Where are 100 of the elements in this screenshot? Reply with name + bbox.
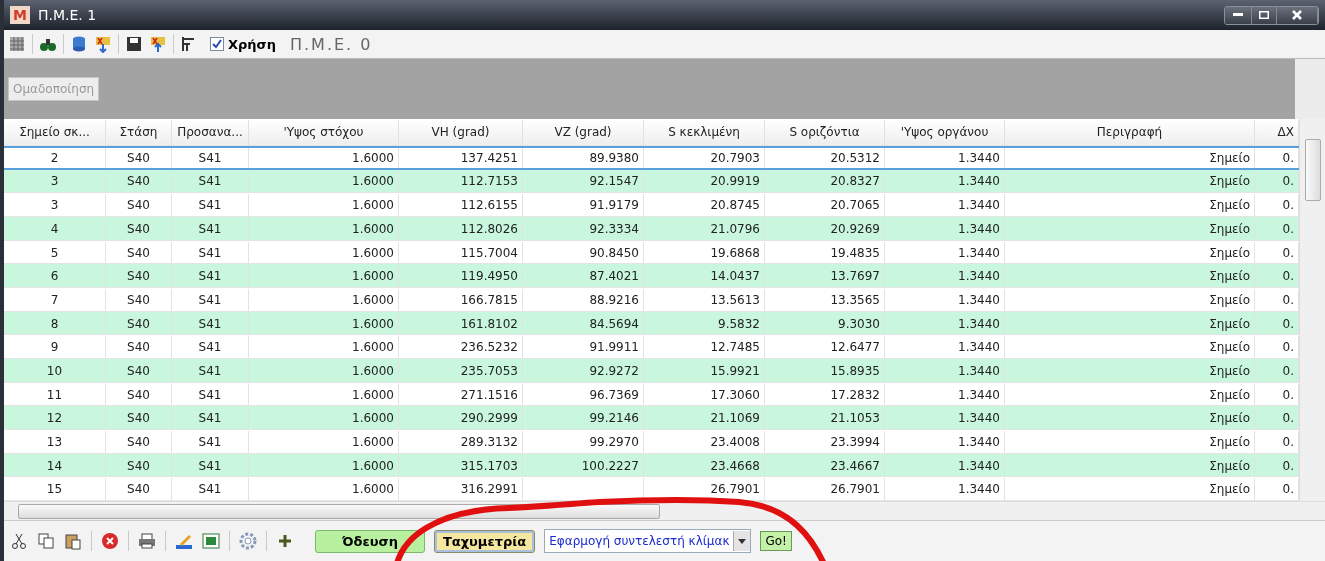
table-cell: 1.6000: [352, 387, 394, 402]
table-row[interactable]: 7 S40 S41 1.6000 166.7815 88.9216 13.5613 13.3565 1.3440 Σημείο 0.: [4, 288, 1299, 312]
table-cell: 1.6000: [352, 198, 394, 213]
action-dropdown[interactable]: Εφαρμογή συντελεστή κλίμακ: [544, 529, 752, 553]
table-row[interactable]: 14 S40 S41 1.6000 315.1703 100.2227 23.4668 23.4667 1.3440 Σημείο 0.: [4, 453, 1299, 478]
table-cell: 115.7004: [460, 245, 518, 260]
table-cell: S41: [198, 198, 222, 213]
column-header[interactable]: Στάση: [106, 120, 172, 145]
table-cell: S40: [127, 221, 150, 236]
table-cell: Σημείο: [1209, 458, 1250, 473]
table-row[interactable]: 6 S40 S41 1.6000 119.4950 87.4021 14.0437 13.7697 1.3440 Σημείο 0.: [4, 264, 1299, 288]
table-row[interactable]: 9 S40 S41 1.6000 236.5232 91.9911 12.7485 12.6477 1.3440 Σημείο 0.: [4, 335, 1299, 360]
table-cell: 15.8935: [830, 363, 880, 378]
excel-import-icon[interactable]: [149, 35, 167, 53]
table-cell: 20.9269: [830, 221, 880, 236]
edit-icon[interactable]: [175, 532, 193, 550]
column-header[interactable]: S κεκλιμένη: [644, 120, 765, 145]
table-cell: 1.3440: [958, 150, 1000, 165]
vertical-scrollbar[interactable]: [1299, 119, 1325, 501]
table-cell: 11: [46, 387, 63, 402]
table-cell: 0.: [1282, 411, 1294, 426]
table-cell: 91.9911: [589, 340, 639, 355]
table-cell: S40: [127, 198, 150, 213]
table-cell: 1.3440: [958, 482, 1000, 497]
save-icon[interactable]: [125, 35, 143, 53]
column-header[interactable]: 'Υψος οργάνου: [885, 120, 1005, 145]
table-row[interactable]: 4 S40 S41 1.6000 112.8026 92.3334 21.0796 20.9269 1.3440 Σημείο 0.: [4, 217, 1299, 241]
table-cell: 1.3440: [958, 198, 1000, 213]
table-row[interactable]: 10 S40 S41 1.6000 235.7053 92.9272 15.9921 15.8935 1.3440 Σημείο 0.: [4, 359, 1299, 383]
table-cell: 20.9919: [710, 174, 760, 189]
table-cell: 289.3132: [460, 434, 518, 449]
table-cell: S41: [198, 482, 222, 497]
table-cell: Σημείο: [1209, 245, 1250, 260]
column-header[interactable]: VZ (grad): [523, 120, 644, 145]
table-cell: 0.: [1282, 245, 1294, 260]
table-cell: 1.3440: [958, 458, 1000, 473]
table-cell: 99.2970: [589, 434, 639, 449]
paste-icon[interactable]: [64, 532, 82, 550]
column-header[interactable]: S οριζόντια: [765, 120, 885, 145]
traverse-button[interactable]: Όδευση: [315, 529, 425, 553]
grid-icon[interactable]: [8, 35, 26, 53]
column-header[interactable]: Προσανα...: [172, 120, 249, 145]
table-cell: 17.3060: [710, 387, 760, 402]
maximize-icon: [1259, 11, 1269, 19]
close-button[interactable]: [1277, 6, 1318, 24]
print-icon[interactable]: [138, 532, 156, 550]
plus-icon[interactable]: [276, 532, 294, 550]
table-cell: Σημείο: [1209, 434, 1250, 449]
table-cell: S41: [198, 387, 222, 402]
column-header[interactable]: VH (grad): [399, 120, 523, 145]
app-logo: M: [10, 6, 30, 24]
table-row[interactable]: 13 S40 S41 1.6000 289.3132 99.2970 23.4008 23.3994 1.3440 Σημείο 0.: [4, 430, 1299, 454]
column-header[interactable]: ΔΧ: [1255, 120, 1299, 145]
close-icon: [1292, 10, 1302, 20]
database-icon[interactable]: [70, 35, 88, 53]
table-cell: 0.: [1282, 363, 1294, 378]
maximize-button[interactable]: [1252, 6, 1277, 24]
table-row[interactable]: 2 S40 S41 1.6000 137.4251 89.9380 20.7903 20.5312 1.3440 Σημείο 0.: [4, 146, 1299, 170]
copy-icon[interactable]: [37, 532, 55, 550]
excel-export-icon[interactable]: [94, 35, 112, 53]
table-cell: 10: [46, 363, 63, 378]
table-cell: 17.2832: [830, 387, 880, 402]
cut-icon[interactable]: [10, 532, 28, 550]
table-cell: S40: [127, 174, 150, 189]
column-header[interactable]: 'Υψος στόχου: [249, 120, 399, 145]
table-row[interactable]: 3 S40 S41 1.6000 112.7153 92.1547 20.9919 20.8327 1.3440 Σημείο 0.: [4, 169, 1299, 194]
table-cell: 1.3440: [958, 292, 1000, 307]
table-cell: 1.3440: [958, 269, 1000, 284]
table-cell: 20.8327: [830, 174, 880, 189]
table-cell: 1.3440: [958, 434, 1000, 449]
table-row[interactable]: 3 S40 S41 1.6000 112.6155 91.9179 20.8745 20.7065 1.3440 Σημείο 0.: [4, 193, 1299, 217]
table-cell: Σημείο: [1209, 150, 1250, 165]
table-cell: 20.8745: [710, 198, 760, 213]
table-row[interactable]: 12 S40 S41 1.6000 290.2999 99.2146 21.1069 21.1053 1.3440 Σημείο 0.: [4, 406, 1299, 431]
table-cell: S40: [127, 458, 150, 473]
horizontal-scrollbar[interactable]: [4, 501, 1325, 520]
table-row[interactable]: 15 S40 S41 1.6000 316.2991 26.7901 26.7901 1.3440 Σημείο 0.: [4, 477, 1299, 502]
delete-icon[interactable]: [101, 532, 119, 550]
table-row[interactable]: 5 S40 S41 1.6000 115.7004 90.8450 19.6868 19.4835 1.3440 Σημείο 0.: [4, 240, 1299, 265]
table-cell: 0.: [1282, 198, 1294, 213]
table-row[interactable]: 8 S40 S41 1.6000 161.8102 84.5694 9.5832 9.3030 1.3440 Σημείο 0.: [4, 311, 1299, 336]
table-cell: S40: [127, 482, 150, 497]
table-cell: 87.4021: [589, 269, 639, 284]
table-cell: 0.: [1282, 150, 1294, 165]
caret-icon: [738, 538, 747, 544]
table-cell: 14.0437: [710, 269, 760, 284]
column-header[interactable]: Σημείο σκ...: [4, 120, 106, 145]
use-checkbox[interactable]: Χρήση: [210, 36, 276, 52]
gear-icon[interactable]: [239, 532, 257, 550]
go-button[interactable]: Go!: [760, 531, 792, 551]
tacheometry-button[interactable]: Ταχυμετρία: [433, 529, 536, 553]
table-row[interactable]: 11 S40 S41 1.6000 271.1516 96.7369 17.3060 17.2832 1.3440 Σημείο 0.: [4, 382, 1299, 407]
table-cell: S41: [198, 411, 222, 426]
table-cell: 316.2991: [460, 482, 518, 497]
column-header[interactable]: Περιγραφή: [1005, 120, 1255, 145]
minimize-button[interactable]: [1225, 6, 1252, 24]
table-cell: 315.1703: [460, 458, 518, 473]
table-cell: 23.4667: [830, 458, 880, 473]
spreadsheet-icon[interactable]: [202, 532, 220, 550]
table-cell: S41: [198, 150, 222, 165]
